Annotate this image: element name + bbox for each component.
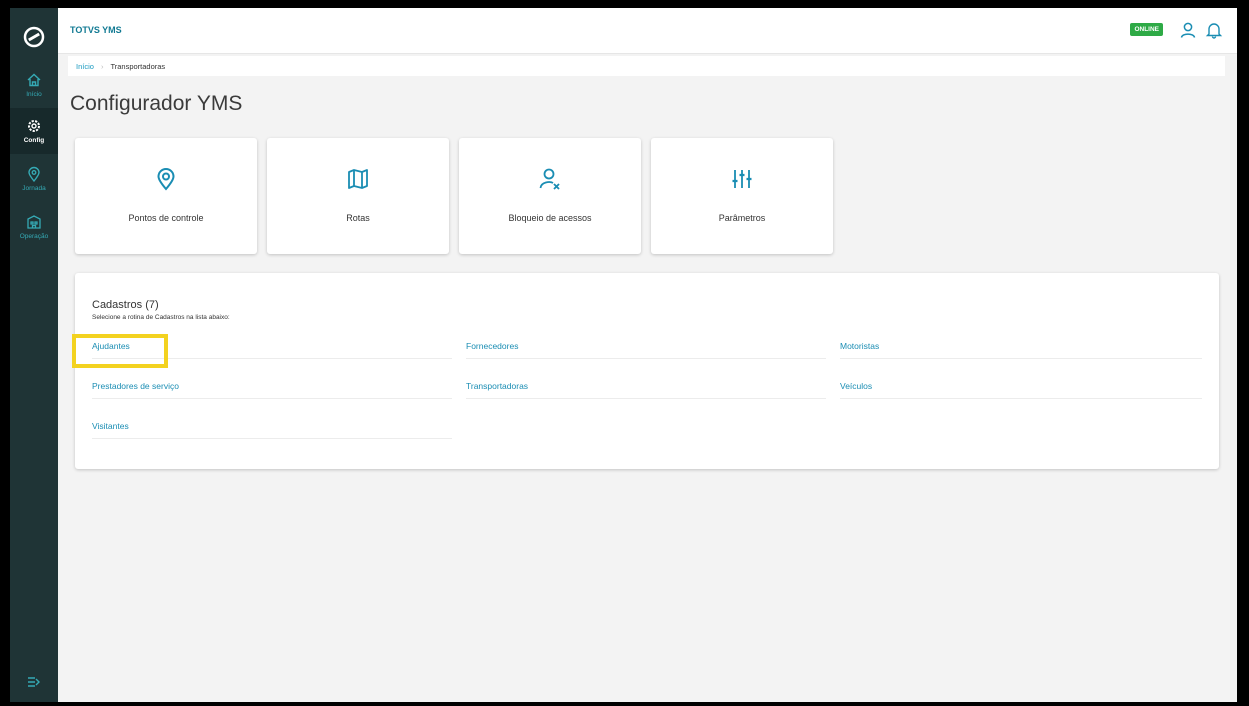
card-label: Parâmetros xyxy=(718,213,766,223)
cadastro-link-visitantes[interactable]: Visitantes xyxy=(92,413,452,439)
gear-icon xyxy=(28,120,40,132)
user-blocked-icon xyxy=(539,168,560,190)
cadastro-link-transportadoras[interactable]: Transportadoras xyxy=(466,373,826,399)
building-icon xyxy=(27,215,41,229)
app-title: TOTVS YMS xyxy=(70,25,122,35)
cadastro-link-fornecedores[interactable]: Fornecedores xyxy=(466,333,826,359)
sidebar-item-label: Operação xyxy=(19,233,49,240)
location-icon xyxy=(28,166,40,182)
card-rotas[interactable]: Rotas xyxy=(267,138,449,254)
top-bar: TOTVS YMS ONLINE xyxy=(58,8,1237,54)
cadastros-subtitle: Selecione a rotina de Cadastros na lista… xyxy=(92,314,230,321)
cadastros-title: Cadastros (7) xyxy=(92,299,159,311)
totvs-logo-icon[interactable] xyxy=(23,26,45,48)
cadastro-link-motoristas[interactable]: Motoristas xyxy=(840,333,1202,359)
status-badge: ONLINE xyxy=(1130,23,1163,36)
app-window: Início Config Jornada Operação TOTVS YMS… xyxy=(10,8,1237,702)
breadcrumb-current: Transportadoras xyxy=(110,61,166,71)
card-bloqueio-de-acessos[interactable]: Bloqueio de acessos xyxy=(459,138,641,254)
sidebar-item-label: Config xyxy=(23,137,45,144)
map-icon xyxy=(348,169,368,189)
breadcrumb-separator: › xyxy=(100,61,104,71)
page-title: Configurador YMS xyxy=(70,92,243,115)
card-label: Pontos de controle xyxy=(128,213,204,223)
cadastro-link-prestadores[interactable]: Prestadores de serviço xyxy=(92,373,452,399)
location-pin-icon xyxy=(157,168,175,191)
sidebar-item-operacao[interactable]: Operação xyxy=(10,204,58,250)
sidebar-item-inicio[interactable]: Início xyxy=(10,62,58,108)
sliders-icon xyxy=(732,170,752,188)
sidebar-item-label: Jornada xyxy=(22,185,46,192)
sidebar-item-jornada[interactable]: Jornada xyxy=(10,156,58,202)
bell-icon[interactable] xyxy=(1205,21,1223,39)
card-label: Bloqueio de acessos xyxy=(508,213,592,223)
cadastro-link-veiculos[interactable]: Veículos xyxy=(840,373,1202,399)
user-icon[interactable] xyxy=(1179,21,1197,39)
expand-menu-icon[interactable] xyxy=(26,674,42,690)
home-icon xyxy=(27,73,41,87)
card-parametros[interactable]: Parâmetros xyxy=(651,138,833,254)
sidebar-item-label: Início xyxy=(26,91,42,98)
card-pontos-de-controle[interactable]: Pontos de controle xyxy=(75,138,257,254)
breadcrumb-home[interactable]: Início xyxy=(76,62,94,71)
card-label: Rotas xyxy=(346,213,370,223)
cadastros-panel: Cadastros (7) Selecione a rotina de Cada… xyxy=(75,273,1219,469)
highlight-box xyxy=(72,334,168,368)
breadcrumb: Início › Transportadoras xyxy=(68,56,1225,76)
sidebar: Início Config Jornada Operação xyxy=(10,8,58,702)
sidebar-item-config[interactable]: Config xyxy=(10,108,58,154)
